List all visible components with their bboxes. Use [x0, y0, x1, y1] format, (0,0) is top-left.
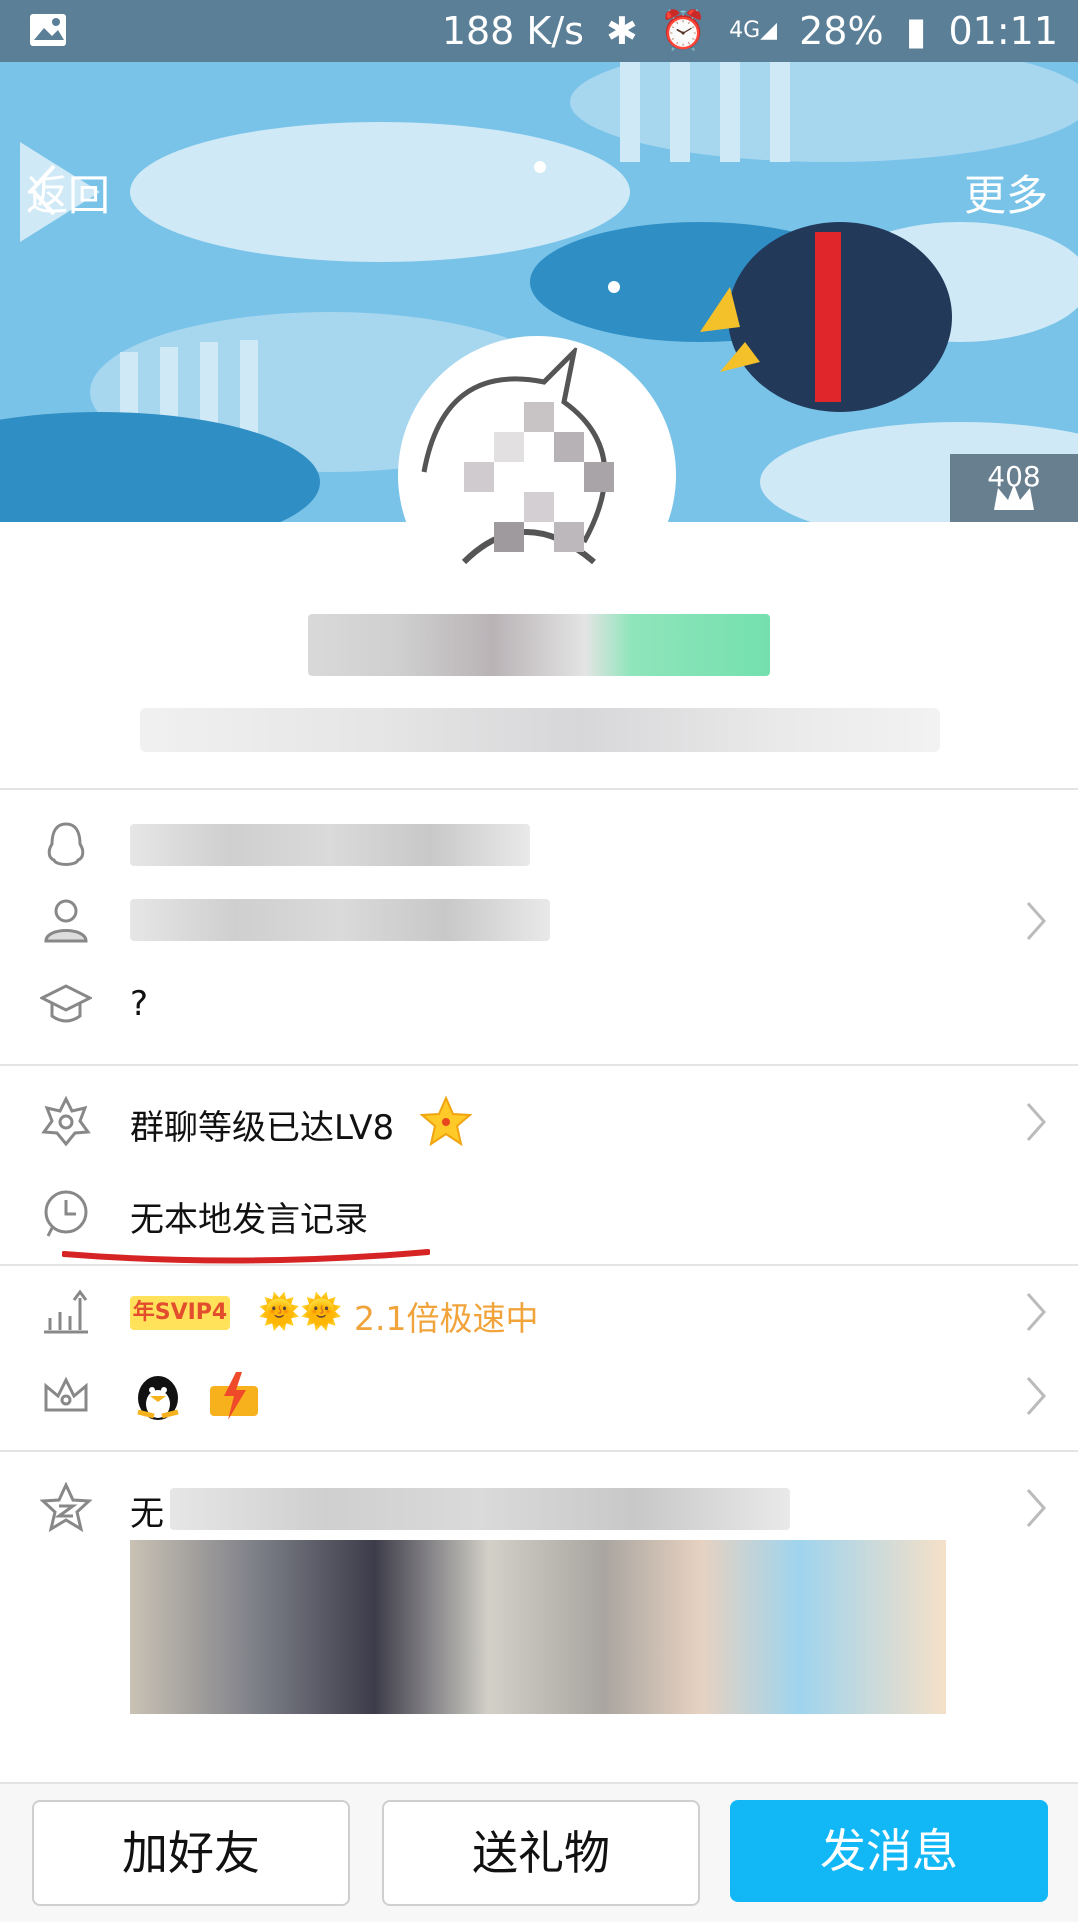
- medal-row[interactable]: [0, 1356, 1078, 1436]
- speech-record-text: 无本地发言记录: [130, 1200, 368, 1240]
- signal-icon: 4G◢: [729, 18, 778, 43]
- school-value: ?: [130, 984, 149, 1024]
- clock-time: 01:11: [948, 8, 1058, 53]
- chevron-right-icon: [1026, 1489, 1047, 1527]
- qq-number-row: [0, 810, 1078, 880]
- qq-penguin-badge-icon: [137, 1376, 179, 1420]
- add-friend-button[interactable]: 加好友: [32, 1800, 350, 1906]
- chevron-left-icon: [29, 164, 56, 216]
- hand-drawn-underline: [62, 1249, 430, 1264]
- crown-icon: [994, 484, 1034, 510]
- qzone-title-obscured: [170, 1488, 790, 1530]
- lightning-chest-icon: [210, 1372, 258, 1420]
- divider: [0, 1064, 1078, 1066]
- speech-record-row: 无本地发言记录: [0, 1178, 1078, 1248]
- school-row: ?: [0, 970, 1078, 1040]
- svip-badge: 年SVIP4: [130, 1296, 230, 1330]
- chevron-right-icon: [1026, 1103, 1047, 1141]
- status-bar: 188 K/s ✱ ⏰ 4G◢ 28% ▮ 01:11: [0, 0, 1078, 62]
- chevron-right-icon: [1026, 1377, 1047, 1415]
- personal-info-row[interactable]: [0, 885, 1078, 955]
- graduation-cap-icon: [40, 984, 92, 1023]
- back-button[interactable]: 返回: [26, 162, 110, 223]
- crown-outline-icon: [44, 1376, 88, 1412]
- qzone-photo-strip-obscured[interactable]: [130, 1540, 946, 1714]
- qzone-row[interactable]: 无: [0, 1472, 1078, 1542]
- bluetooth-icon: ✱: [605, 8, 638, 53]
- chevron-right-icon: [1026, 1293, 1047, 1331]
- penguin-icon: [47, 822, 85, 866]
- star-badge-icon: [41, 1096, 91, 1147]
- divider: [0, 1450, 1078, 1452]
- star-icon: [419, 1095, 473, 1147]
- avatar-image: [404, 342, 670, 608]
- sun-level-icons: 🌞🌞: [258, 1292, 343, 1332]
- group-level-row[interactable]: 群聊等级已达LV8: [0, 1086, 1078, 1156]
- divider: [0, 1264, 1078, 1266]
- personal-info-obscured: [130, 899, 550, 941]
- avatar[interactable]: [404, 342, 670, 608]
- send-message-button[interactable]: 发消息: [730, 1800, 1048, 1902]
- group-level-text: 群聊等级已达LV8: [130, 1108, 395, 1148]
- more-button[interactable]: 更多: [964, 162, 1048, 223]
- battery-level: 28%: [799, 8, 884, 53]
- signature-obscured: [140, 708, 940, 752]
- person-icon: [44, 899, 88, 943]
- growth-chart-icon: [44, 1289, 88, 1334]
- chevron-right-icon: [1026, 902, 1047, 940]
- speed-text: 2.1倍极速中: [354, 1299, 539, 1338]
- send-gift-button[interactable]: 送礼物: [382, 1800, 700, 1906]
- alarm-icon: ⏰: [659, 8, 708, 52]
- vip-row[interactable]: 年SVIP4 🌞🌞 2.1倍极速中: [0, 1272, 1078, 1352]
- battery-icon: ▮: [905, 8, 927, 53]
- nickname-obscured: [308, 614, 770, 676]
- like-count-badge[interactable]: 408: [950, 454, 1078, 522]
- qzone-star-icon: [40, 1482, 92, 1533]
- network-speed: 188 K/s: [441, 8, 584, 53]
- divider: [0, 788, 1078, 790]
- clock-icon: [44, 1190, 88, 1237]
- qzone-title-prefix: 无: [130, 1494, 164, 1534]
- gallery-icon: [28, 12, 68, 57]
- qq-number-obscured: [130, 824, 530, 866]
